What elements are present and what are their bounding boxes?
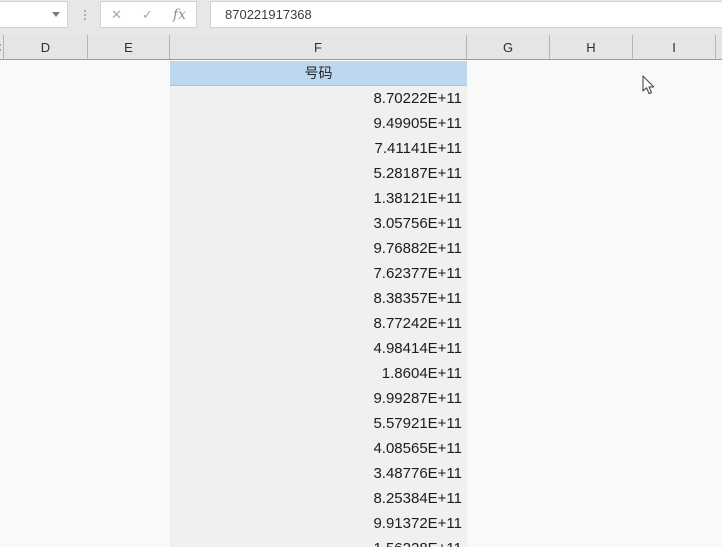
cell-f8[interactable]: 9.76882E+11 xyxy=(170,236,467,261)
column-header-f[interactable]: F xyxy=(170,35,467,59)
cell-f5[interactable]: 5.28187E+11 xyxy=(170,161,467,186)
cell-f9[interactable]: 7.62377E+11 xyxy=(170,261,467,286)
cell-f11[interactable]: 8.77242E+11 xyxy=(170,311,467,336)
cell-f20[interactable]: 1.56228E+11 xyxy=(170,536,467,547)
name-box-dropdown-icon[interactable] xyxy=(52,12,60,17)
enter-icon[interactable]: ✓ xyxy=(139,8,156,21)
formula-bar-input[interactable]: 870221917368 xyxy=(210,1,722,28)
cell-f13[interactable]: 1.8604E+11 xyxy=(170,361,467,386)
formula-bar-buttons: ✕ ✓ fx xyxy=(100,1,197,28)
column-header-d[interactable]: D xyxy=(4,35,88,59)
cell-f15[interactable]: 5.57921E+11 xyxy=(170,411,467,436)
name-box[interactable] xyxy=(0,1,68,28)
cell-f10[interactable]: 8.38357E+11 xyxy=(170,286,467,311)
column-header-e[interactable]: E xyxy=(88,35,170,59)
f-column-rows: 8.70222E+11 9.49905E+11 7.41141E+11 5.28187… xyxy=(170,86,467,547)
column-header-next-sliver[interactable] xyxy=(716,35,722,59)
column-header-g[interactable]: G xyxy=(467,35,550,59)
cell-f16[interactable]: 4.08565E+11 xyxy=(170,436,467,461)
cell-f17[interactable]: 3.48776E+11 xyxy=(170,461,467,486)
formula-bar-separator-handle xyxy=(81,7,89,23)
cancel-icon[interactable]: ✕ xyxy=(108,8,125,21)
cell-f1-header[interactable]: 号码 xyxy=(170,61,467,86)
formula-bar-value: 870221917368 xyxy=(225,7,312,22)
column-header-h[interactable]: H xyxy=(550,35,633,59)
cell-f6[interactable]: 1.38121E+11 xyxy=(170,186,467,211)
column-header-i[interactable]: I xyxy=(633,35,716,59)
cell-f14[interactable]: 9.99287E+11 xyxy=(170,386,467,411)
cell-f7[interactable]: 3.05756E+11 xyxy=(170,211,467,236)
cell-f12[interactable]: 4.98414E+11 xyxy=(170,336,467,361)
formula-bar-row: ✕ ✓ fx 870221917368 xyxy=(0,0,722,35)
column-header-row: C D E F G H I xyxy=(0,35,722,60)
cell-f3[interactable]: 9.49905E+11 xyxy=(170,111,467,136)
cell-f19[interactable]: 9.91372E+11 xyxy=(170,511,467,536)
insert-function-icon[interactable]: fx xyxy=(170,8,189,22)
cell-f18[interactable]: 8.25384E+11 xyxy=(170,486,467,511)
cell-f2[interactable]: 8.70222E+11 xyxy=(170,86,467,111)
cell-f4[interactable]: 7.41141E+11 xyxy=(170,136,467,161)
f-column: 号码 8.70222E+11 9.49905E+11 7.41141E+11 5.28… xyxy=(170,61,467,547)
sheet-grid: 号码 8.70222E+11 9.49905E+11 7.41141E+11 5.28… xyxy=(0,61,722,547)
